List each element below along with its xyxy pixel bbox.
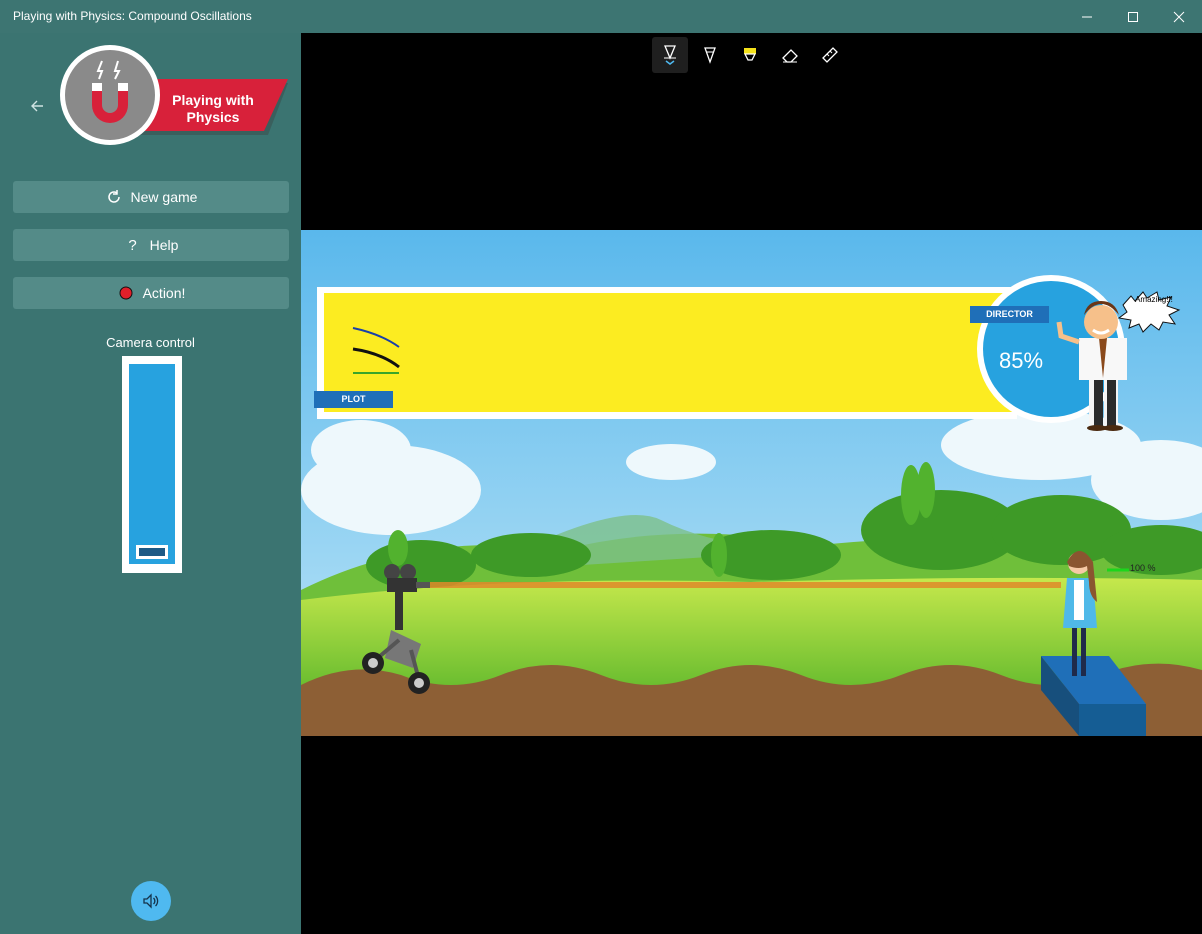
actor-percent: 100 %	[1130, 563, 1156, 573]
window-title: Playing with Physics: Compound Oscillati…	[13, 9, 252, 23]
plot-label: PLOT	[314, 391, 393, 408]
camera-slider-thumb[interactable]	[136, 545, 168, 559]
help-button[interactable]: ? Help	[13, 229, 289, 261]
camera-slider-track	[129, 364, 175, 564]
ballpoint-pen-icon	[664, 45, 676, 65]
new-game-button[interactable]: New game	[13, 181, 289, 213]
action-button[interactable]: Action!	[13, 277, 289, 309]
pencil-icon	[704, 47, 716, 64]
ink-toolbar	[652, 37, 852, 73]
refresh-icon	[105, 188, 123, 206]
title-bar: Playing with Physics: Compound Oscillati…	[0, 0, 1202, 33]
back-arrow-icon	[31, 100, 43, 112]
new-game-label: New game	[130, 189, 198, 205]
sidebar: Playing with Physics New game ? Help Act…	[0, 33, 301, 934]
camera-control-label: Camera control	[106, 335, 195, 350]
back-button[interactable]	[24, 93, 50, 119]
action-label: Action!	[142, 285, 186, 301]
camera-control-slider[interactable]	[122, 356, 182, 573]
close-icon	[1173, 11, 1185, 22]
logo-text-2: Physics	[187, 109, 240, 125]
help-label: Help	[149, 237, 179, 253]
question-icon: ?	[128, 236, 137, 254]
volume-button[interactable]	[131, 881, 171, 921]
ruler-icon	[822, 47, 838, 63]
maximize-button[interactable]	[1110, 0, 1156, 33]
highlighter-tool[interactable]	[732, 37, 768, 73]
logo-text-1: Playing with	[172, 92, 254, 108]
minimize-icon	[1082, 16, 1092, 17]
ballpoint-pen-tool[interactable]	[652, 37, 688, 73]
eraser-tool[interactable]	[772, 37, 808, 73]
record-icon	[117, 284, 135, 302]
speaker-icon	[143, 893, 159, 909]
maximize-icon	[1128, 11, 1138, 22]
minimize-button[interactable]	[1064, 0, 1110, 33]
game-canvas[interactable]: PLOT DIRECTOR 85% Amazing!!! 100 %	[301, 230, 1202, 736]
director-score: 85%	[998, 348, 1044, 373]
director-label: DIRECTOR	[970, 306, 1049, 323]
director-speech-bubble: Amazing!!!	[1135, 295, 1173, 304]
ruler-tool[interactable]	[812, 37, 848, 73]
eraser-icon	[782, 49, 798, 63]
pencil-tool[interactable]	[692, 37, 728, 73]
highlighter-icon	[743, 48, 757, 61]
app-logo: Playing with Physics	[60, 45, 288, 145]
close-button[interactable]	[1156, 0, 1202, 33]
